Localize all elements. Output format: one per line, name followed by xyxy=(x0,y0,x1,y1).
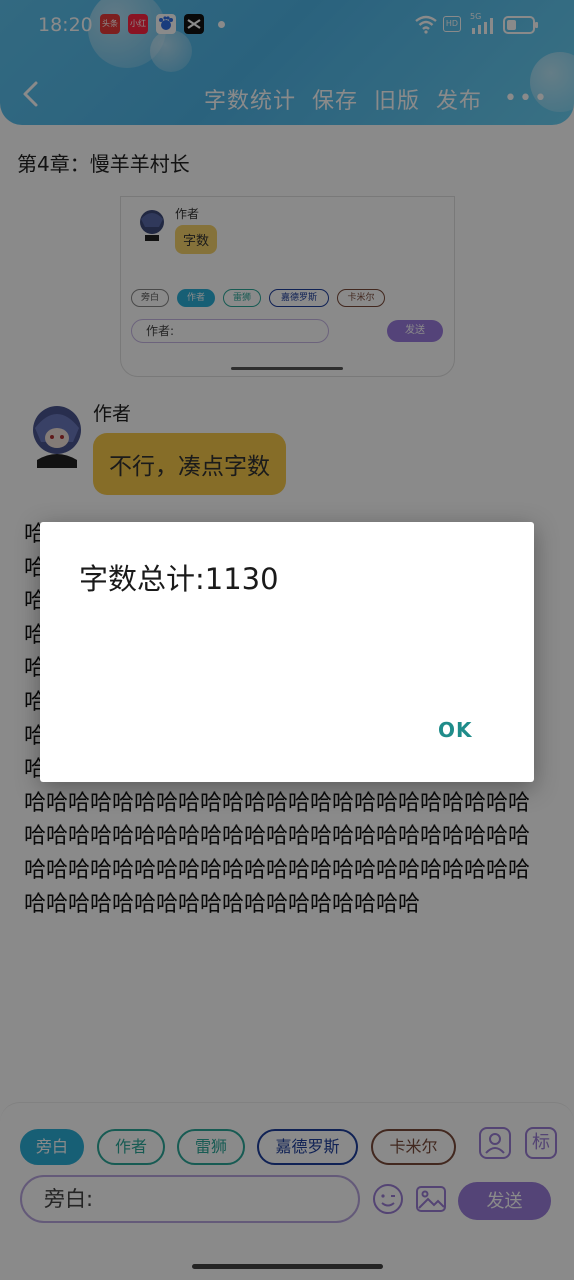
dialog-title: 字数总计:1130 xyxy=(79,562,279,596)
ok-button[interactable]: OK xyxy=(438,718,473,742)
editor-screen: 18:20 头条 小红书 HD 5G xyxy=(0,0,574,1280)
word-count-dialog: 字数总计:1130 OK xyxy=(40,522,534,782)
